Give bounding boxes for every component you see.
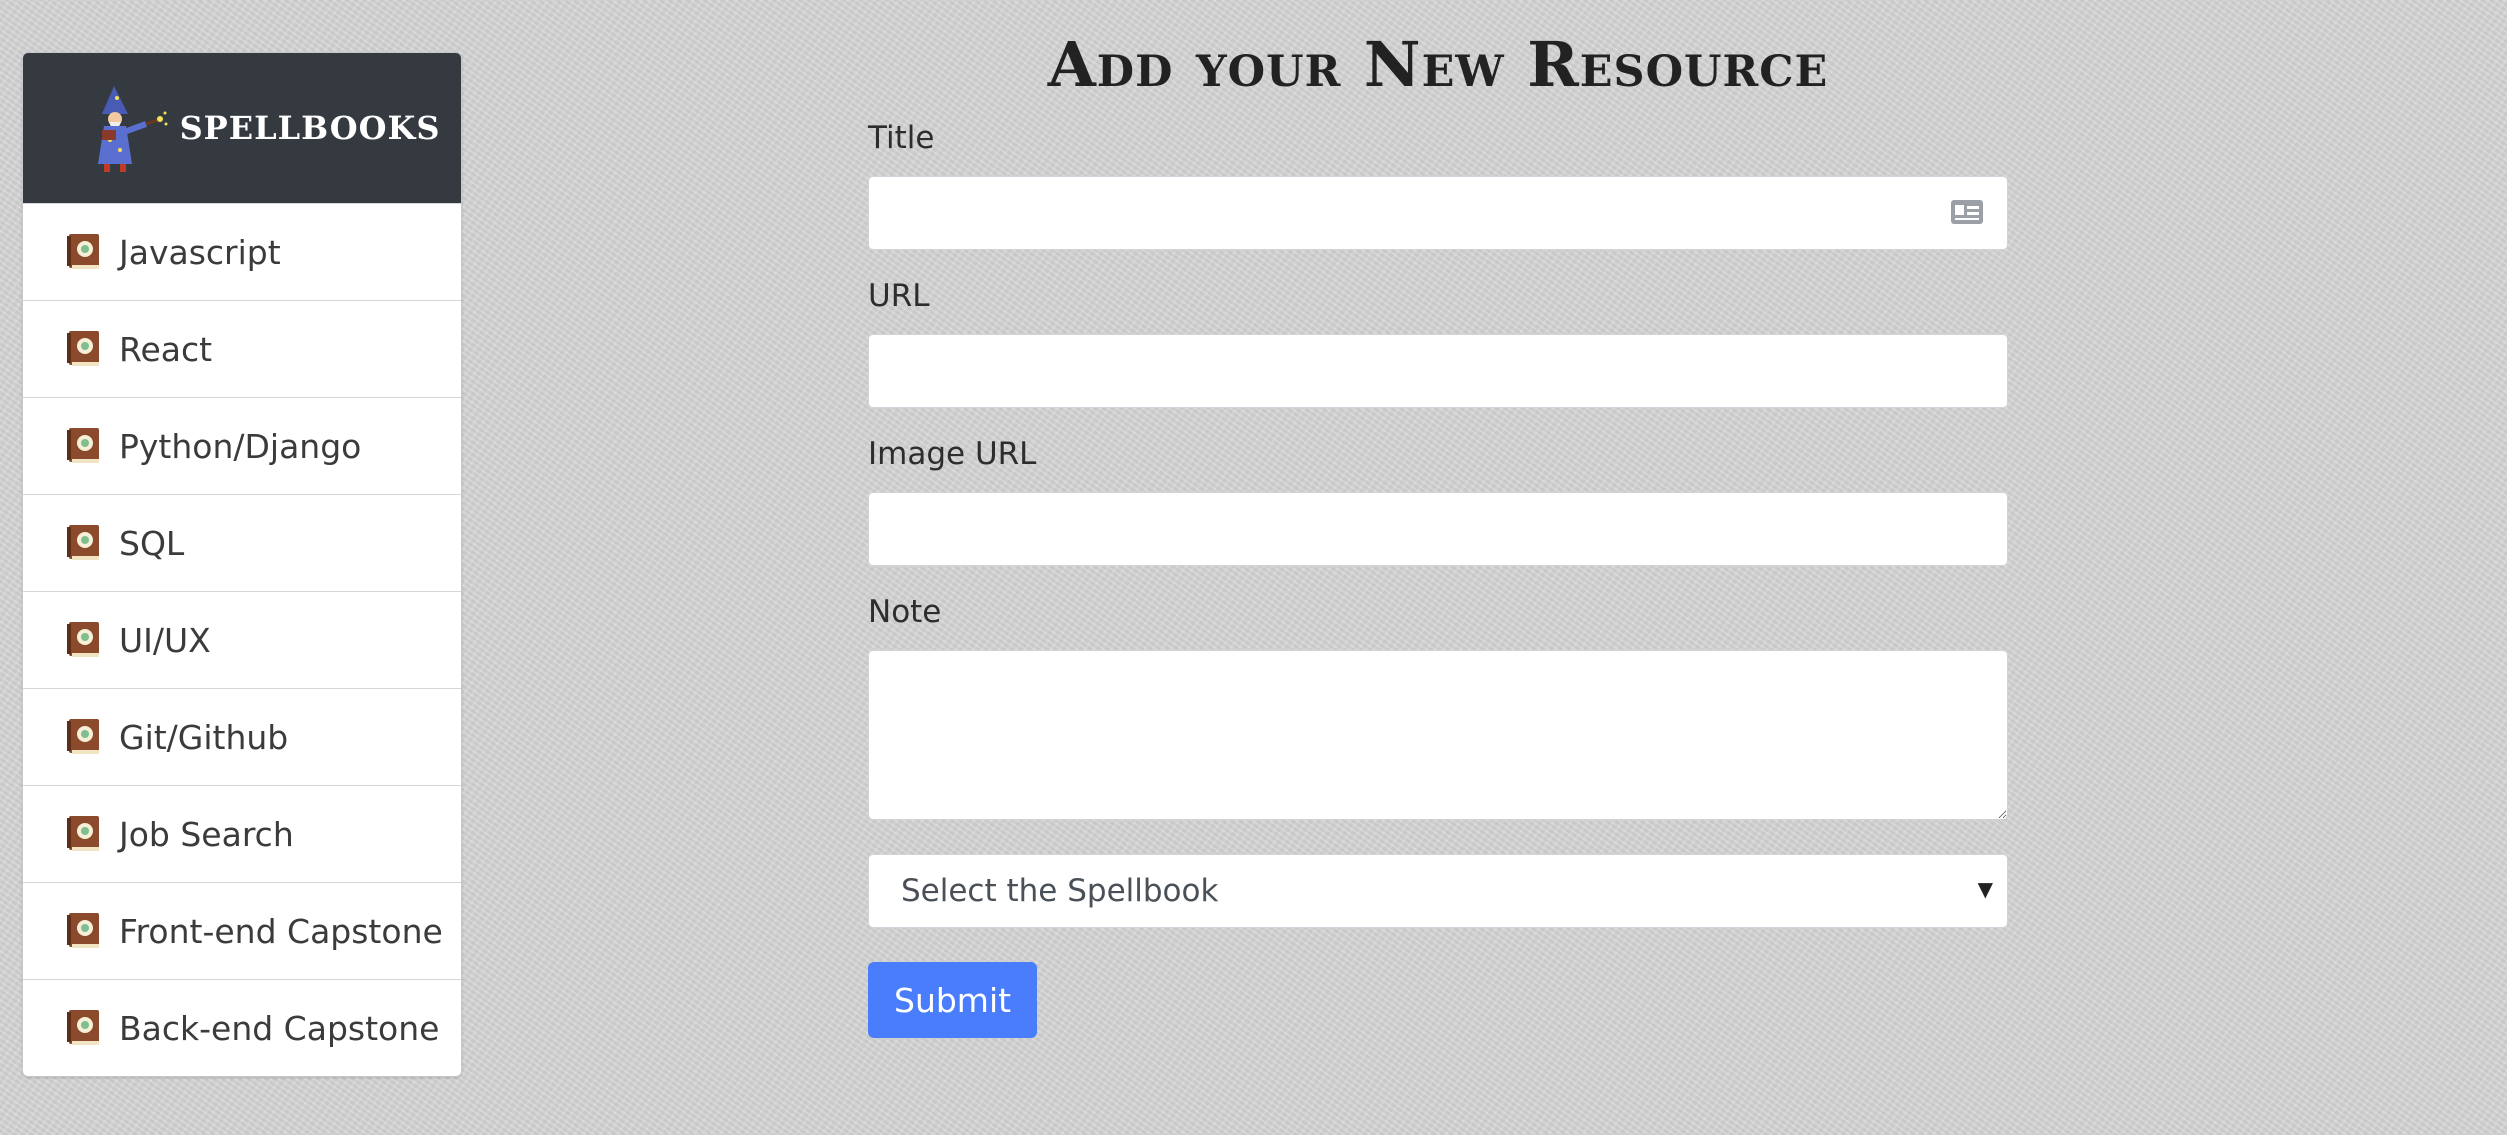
sidebar-item-react[interactable]: React bbox=[23, 300, 461, 397]
page-title: Add your New Resource bbox=[1047, 28, 1829, 101]
spellbook-icon bbox=[67, 913, 99, 948]
sidebar-item-sql[interactable]: SQL bbox=[23, 494, 461, 591]
note-label: Note bbox=[868, 594, 942, 630]
sidebar-item-back-end-capstone[interactable]: Back-end Capstone bbox=[23, 979, 461, 1076]
spellbook-icon bbox=[67, 1010, 99, 1045]
sidebar-item-label: Git/Github bbox=[119, 717, 289, 757]
image-url-label: Image URL bbox=[868, 436, 1037, 472]
sidebar-item-label: UI/UX bbox=[119, 620, 211, 660]
spellbook-icon bbox=[67, 428, 99, 463]
url-field-wrap bbox=[868, 334, 2008, 408]
note-field-wrap bbox=[868, 650, 2008, 820]
sidebar-item-git-github[interactable]: Git/Github bbox=[23, 688, 461, 785]
spellbook-icon bbox=[67, 525, 99, 560]
spellbook-icon bbox=[67, 816, 99, 851]
sidebar-item-javascript[interactable]: Javascript bbox=[23, 203, 461, 300]
spellbook-icon bbox=[67, 234, 99, 269]
sidebar-item-python-django[interactable]: Python/Django bbox=[23, 397, 461, 494]
url-label: URL bbox=[868, 278, 930, 314]
sidebar-item-label: Javascript bbox=[119, 232, 281, 272]
spellbook-select-value: Select the Spellbook bbox=[901, 873, 1219, 909]
url-input[interactable] bbox=[868, 334, 2008, 408]
sidebar: SPELLBOOKS Javascript React Python/Djang… bbox=[22, 52, 462, 1077]
title-label: Title bbox=[868, 120, 935, 156]
image-url-field-wrap bbox=[868, 492, 2008, 566]
sidebar-item-label: Back-end Capstone bbox=[119, 1008, 440, 1048]
sidebar-item-label: Job Search bbox=[119, 814, 294, 854]
spellbook-select[interactable]: Select the Spellbook ▼ bbox=[868, 854, 2008, 928]
new-resource-form: Title URL Image URL Note Select the Spel… bbox=[868, 118, 2008, 1038]
title-field-wrap bbox=[868, 176, 2008, 250]
image-url-input[interactable] bbox=[868, 492, 2008, 566]
sidebar-item-label: React bbox=[119, 329, 213, 369]
wizard-logo bbox=[97, 86, 168, 172]
sidebar-item-front-end-capstone[interactable]: Front-end Capstone bbox=[23, 882, 461, 979]
spellbook-icon bbox=[67, 719, 99, 754]
spellbook-icon bbox=[67, 622, 99, 657]
caret-down-icon: ▼ bbox=[1977, 877, 1993, 901]
title-input[interactable] bbox=[868, 176, 2008, 250]
spellbook-icon bbox=[67, 331, 99, 366]
sidebar-item-label: SQL bbox=[119, 523, 185, 563]
sidebar-item-job-search[interactable]: Job Search bbox=[23, 785, 461, 882]
sidebar-item-ui-ux[interactable]: UI/UX bbox=[23, 591, 461, 688]
sidebar-item-label: Python/Django bbox=[119, 426, 362, 466]
sidebar-header[interactable]: SPELLBOOKS bbox=[23, 53, 461, 203]
sidebar-item-label: Front-end Capstone bbox=[119, 911, 443, 951]
note-textarea[interactable] bbox=[868, 650, 2008, 820]
contact-card-icon[interactable] bbox=[1950, 197, 1984, 227]
submit-button[interactable]: Submit bbox=[868, 962, 1038, 1038]
brand-name: SPELLBOOKS bbox=[179, 109, 441, 147]
